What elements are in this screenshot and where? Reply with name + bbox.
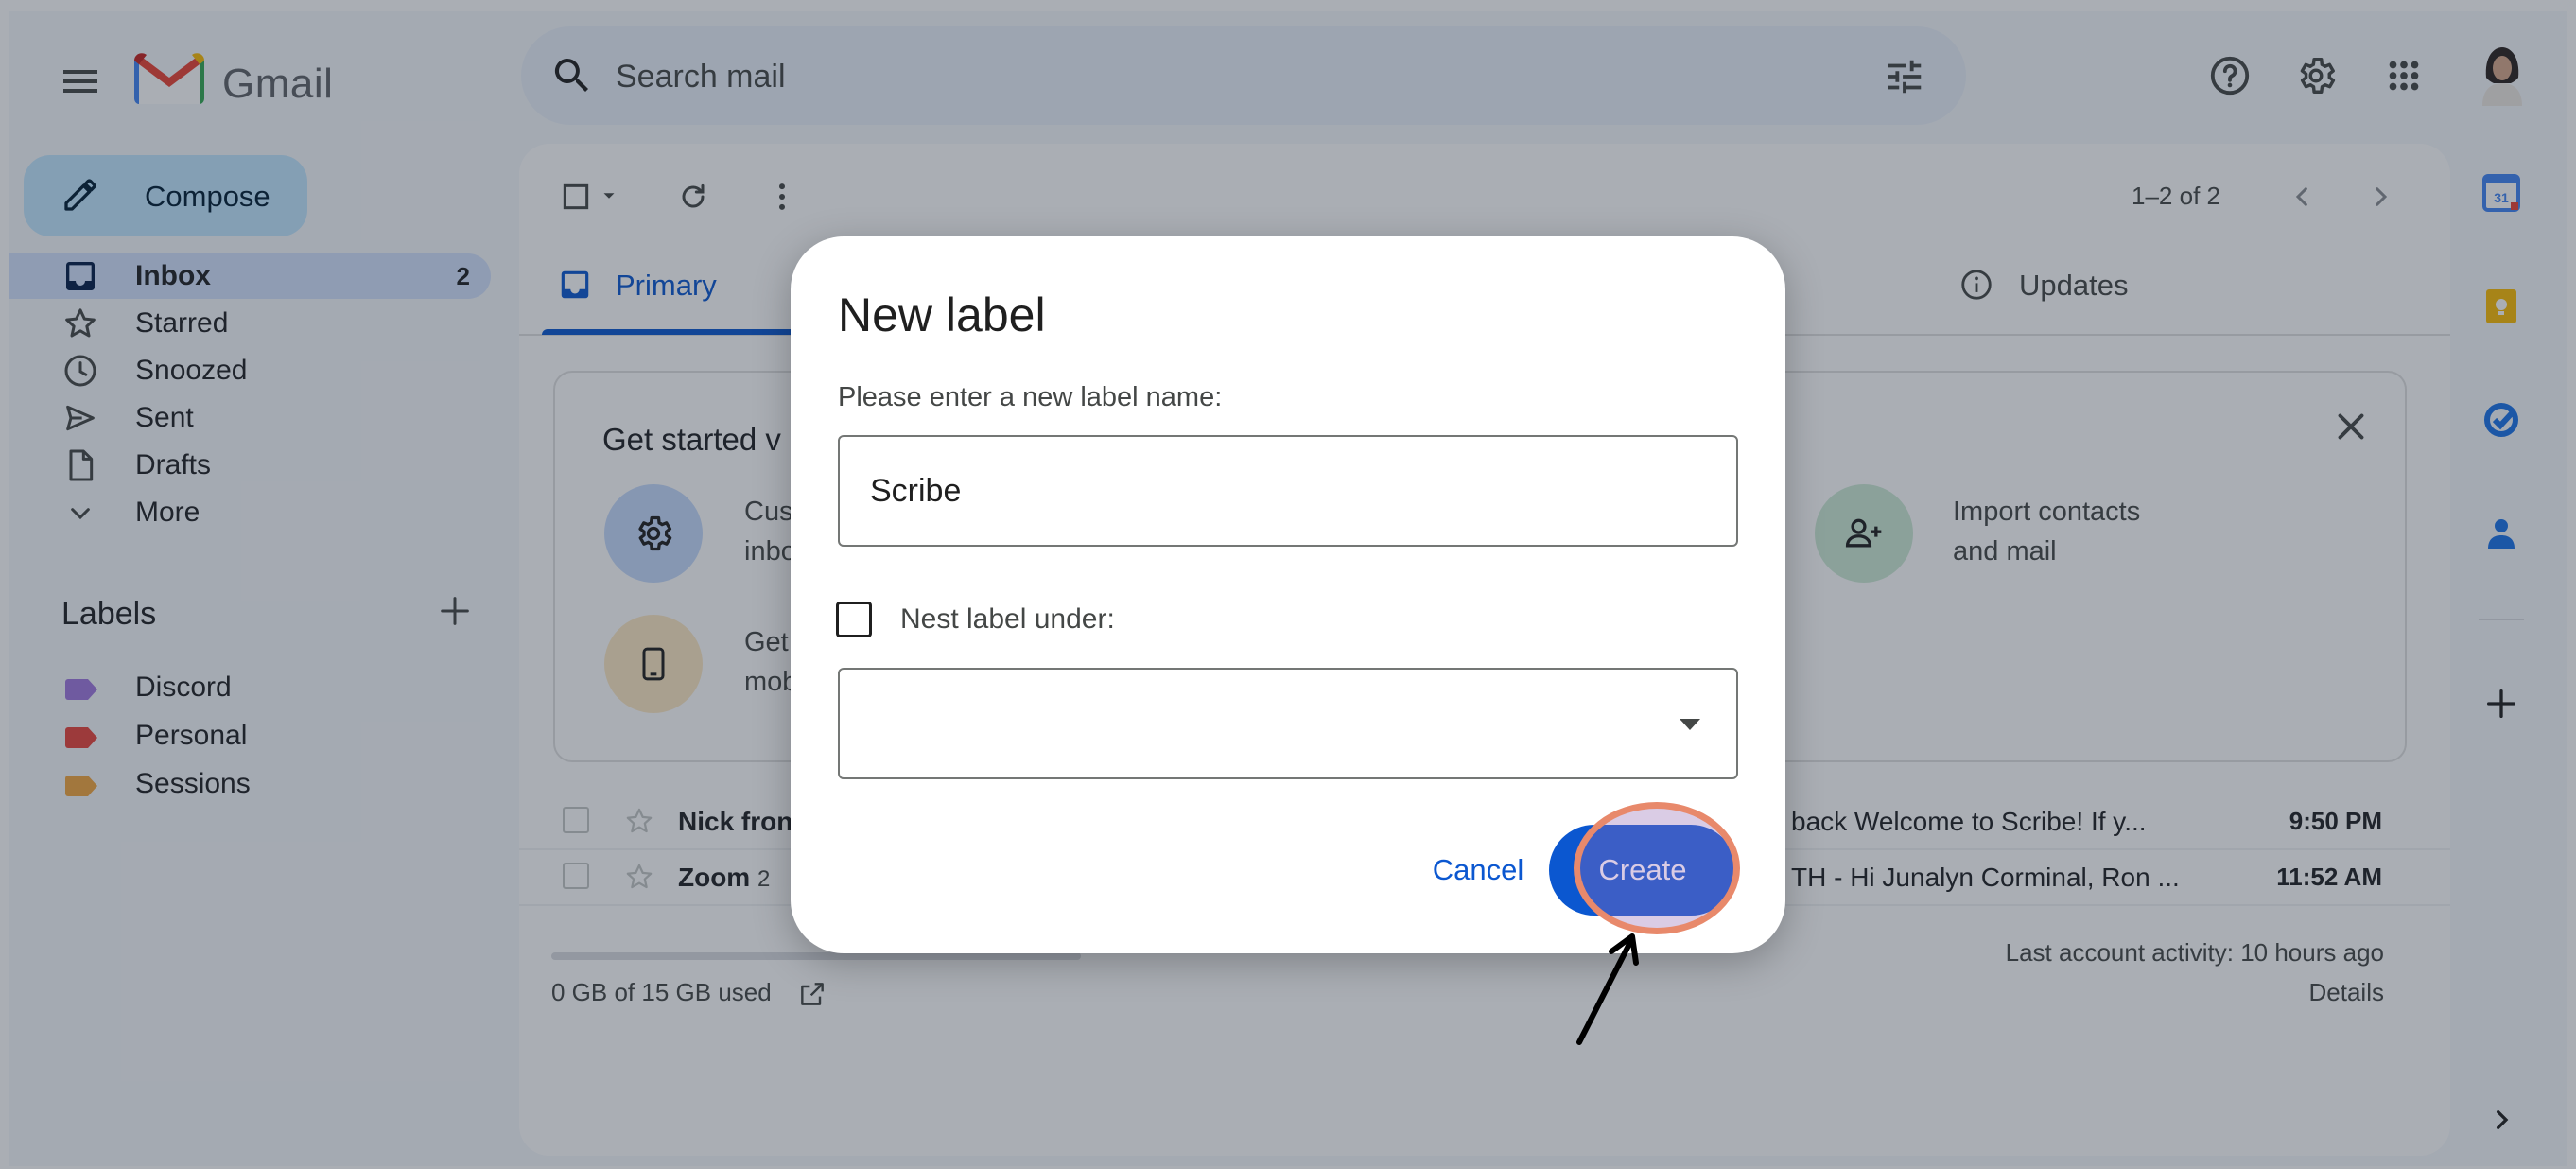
pointer-arrow-icon [1551, 923, 1664, 1056]
dialog-title: New label [838, 288, 1046, 341]
parent-label-select[interactable] [838, 668, 1738, 779]
nest-label-checkbox[interactable] [836, 602, 872, 637]
dropdown-arrow-icon [1680, 719, 1700, 730]
nest-label-text: Nest label under: [900, 603, 1115, 635]
label-name-input[interactable] [838, 435, 1738, 547]
cancel-button[interactable]: Cancel [1407, 842, 1549, 899]
label-name-prompt: Please enter a new label name: [838, 382, 1223, 412]
click-highlight-ring [1574, 802, 1740, 934]
